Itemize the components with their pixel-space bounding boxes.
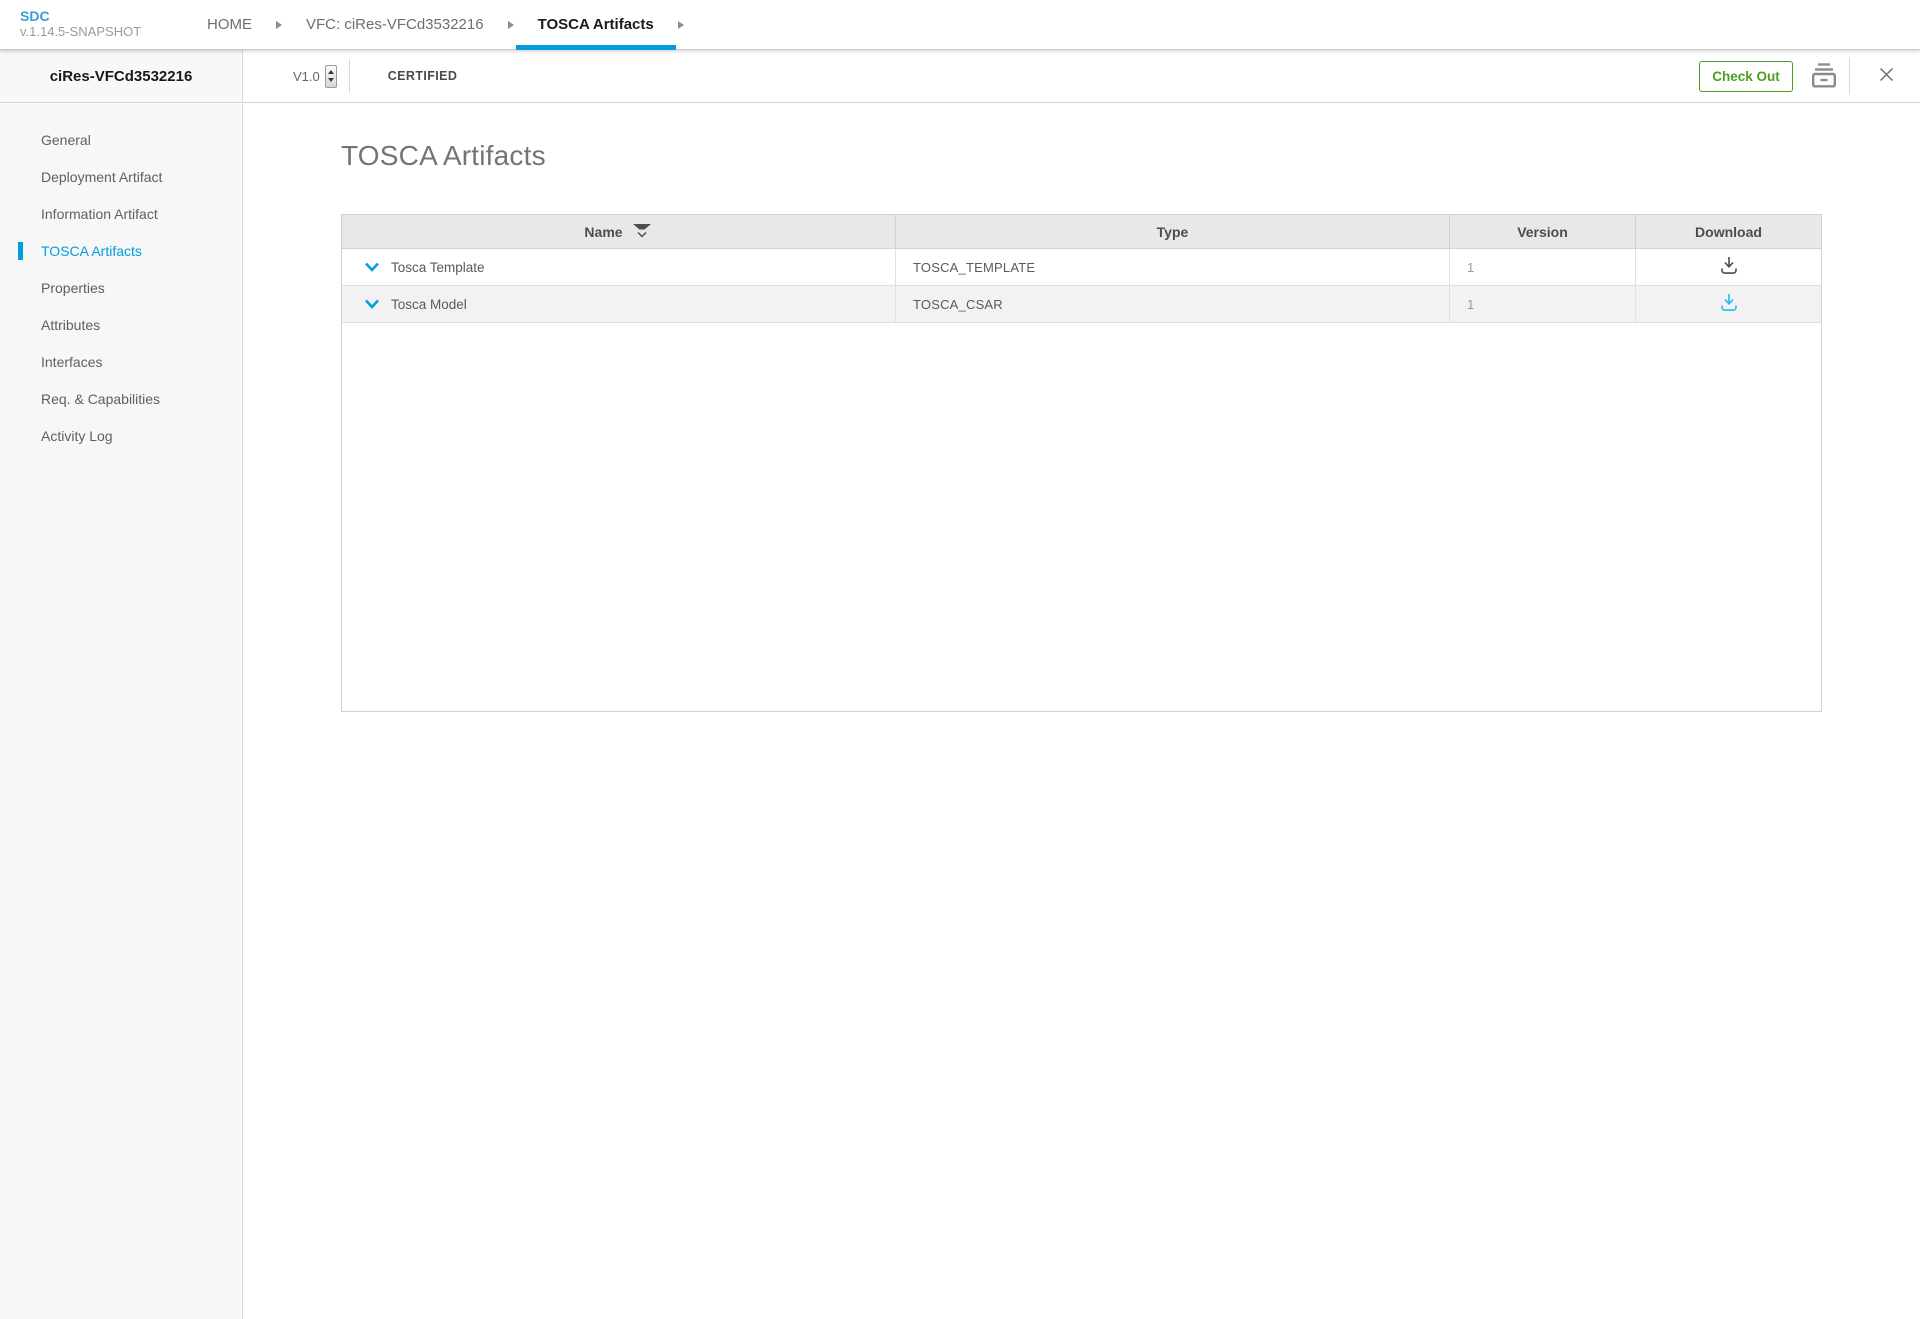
version-spinner[interactable] [325, 65, 337, 88]
sidebar-item-general[interactable]: General [0, 121, 242, 158]
close-button[interactable] [1879, 67, 1894, 85]
sidebar-item-label: Attributes [41, 317, 100, 333]
column-header-version: Version [1450, 215, 1636, 248]
sidebar-item-label: Properties [41, 280, 105, 296]
tab-vfc-label: VFC: ciRes-VFCd3532216 [306, 16, 484, 33]
breadcrumb-separator-icon [276, 21, 282, 29]
entity-title: ciRes-VFCd3532216 [50, 68, 193, 85]
artifact-type: TOSCA_TEMPLATE [896, 249, 1450, 285]
table-header-row: Name Type Version Download [342, 215, 1821, 249]
sidebar-item-interfaces[interactable]: Interfaces [0, 343, 242, 380]
top-nav: SDC v.1.14.5-SNAPSHOT HOME VFC: ciRes-VF… [0, 0, 1920, 50]
check-out-button[interactable]: Check Out [1699, 61, 1793, 92]
download-button[interactable] [1719, 293, 1739, 315]
sidebar-item-label: Req. & Capabilities [41, 391, 160, 407]
artifact-name: Tosca Template [391, 260, 485, 275]
sidebar-item-req-capabilities[interactable]: Req. & Capabilities [0, 380, 242, 417]
table-row: Tosca Template TOSCA_TEMPLATE 1 [342, 249, 1821, 286]
print-button[interactable] [1810, 62, 1838, 91]
spinner-up-icon[interactable] [328, 70, 334, 74]
sidebar-item-information-artifact[interactable]: Information Artifact [0, 195, 242, 232]
column-header-name-label: Name [584, 224, 622, 240]
version-label: V1.0 [293, 69, 320, 84]
print-icon [1810, 62, 1838, 91]
download-icon [1719, 293, 1739, 315]
sidebar-item-label: Information Artifact [41, 206, 158, 222]
sidebar-item-label: Activity Log [41, 428, 113, 444]
logo-title: SDC [20, 8, 185, 24]
sidebar-item-deployment-artifact[interactable]: Deployment Artifact [0, 158, 242, 195]
breadcrumb: HOME VFC: ciRes-VFCd3532216 TOSCA Artifa… [185, 0, 686, 49]
column-header-download: Download [1636, 215, 1821, 248]
sidebar-item-properties[interactable]: Properties [0, 269, 242, 306]
artifacts-table: Name Type Version Download Tos [341, 214, 1822, 712]
sdc-logo: SDC v.1.14.5-SNAPSHOT [0, 0, 185, 49]
breadcrumb-separator-icon [678, 21, 684, 29]
artifact-name: Tosca Model [391, 297, 467, 312]
main-content: TOSCA Artifacts Name Type Version Downlo… [244, 104, 1920, 1319]
expand-chevron-icon[interactable] [364, 299, 380, 309]
header-divider [1849, 57, 1850, 95]
tab-tosca-artifacts[interactable]: TOSCA Artifacts [516, 0, 676, 49]
version-control: V1.0 [293, 65, 337, 88]
close-icon [1879, 67, 1894, 85]
header-divider [349, 59, 350, 93]
sidebar-item-attributes[interactable]: Attributes [0, 306, 242, 343]
tab-vfc[interactable]: VFC: ciRes-VFCd3532216 [284, 0, 506, 49]
sidebar-item-label: General [41, 132, 91, 148]
sidebar-item-activity-log[interactable]: Activity Log [0, 417, 242, 454]
artifact-version: 1 [1450, 249, 1636, 285]
tab-home-label: HOME [207, 16, 252, 33]
sidebar-item-label: Deployment Artifact [41, 169, 162, 185]
sidebar-item-tosca-artifacts[interactable]: TOSCA Artifacts [0, 232, 242, 269]
lifecycle-state-badge: CERTIFIED [388, 69, 458, 83]
breadcrumb-separator-icon [508, 21, 514, 29]
sidebar-menu: General Deployment Artifact Information … [0, 104, 242, 454]
table-row: Tosca Model TOSCA_CSAR 1 [342, 286, 1821, 323]
table-empty-area [342, 323, 1821, 711]
logo-version: v.1.14.5-SNAPSHOT [20, 24, 185, 40]
download-icon [1719, 256, 1739, 278]
spinner-down-icon[interactable] [328, 78, 334, 82]
download-button[interactable] [1719, 256, 1739, 278]
artifact-type: TOSCA_CSAR [896, 286, 1450, 322]
tab-tosca-artifacts-label: TOSCA Artifacts [538, 16, 654, 33]
sidebar-item-label: TOSCA Artifacts [41, 243, 142, 259]
artifact-version: 1 [1450, 286, 1636, 322]
sort-icon [631, 223, 653, 241]
column-header-type: Type [896, 215, 1450, 248]
column-header-name[interactable]: Name [342, 215, 896, 248]
page-title: TOSCA Artifacts [341, 140, 1920, 172]
tab-home[interactable]: HOME [185, 0, 274, 49]
entity-header: ciRes-VFCd3532216 V1.0 CERTIFIED Check O… [0, 50, 1920, 103]
expand-chevron-icon[interactable] [364, 262, 380, 272]
sidebar: General Deployment Artifact Information … [0, 104, 243, 1319]
sidebar-item-label: Interfaces [41, 354, 102, 370]
entity-title-box: ciRes-VFCd3532216 [0, 50, 243, 102]
